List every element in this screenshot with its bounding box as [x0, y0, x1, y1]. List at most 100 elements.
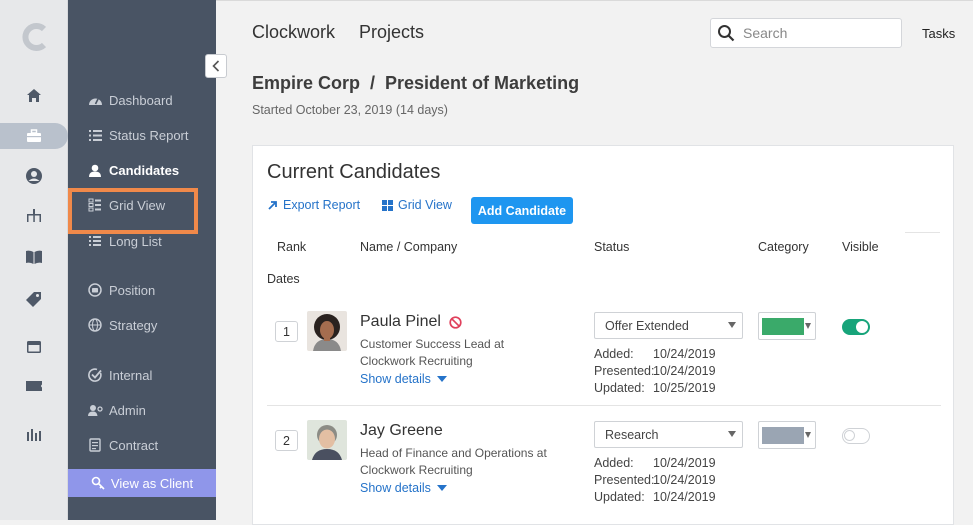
view-as-client-label: View as Client	[110, 475, 194, 491]
sidebar-item-admin[interactable]: Admin	[68, 398, 216, 422]
row-divider	[267, 405, 941, 406]
sidebar-item-label: Internal	[109, 367, 153, 383]
caret-down-icon	[436, 485, 447, 491]
do-not-contact-icon	[449, 315, 462, 329]
add-candidate-button[interactable]: Add Candidate	[471, 197, 573, 224]
tag-icon[interactable]	[22, 290, 46, 310]
sidebar-item-dashboard[interactable]: Dashboard	[68, 88, 216, 112]
collapse-sidebar-button[interactable]	[205, 54, 227, 78]
search-input[interactable]	[743, 25, 893, 41]
calendar-icon[interactable]	[22, 336, 46, 356]
candidate-dates: Added: 10/24/2019 Presented:10/24/2019 Up…	[594, 346, 716, 397]
user-icon	[87, 162, 103, 178]
show-details-label: Show details	[360, 372, 431, 386]
sidebar-item-position[interactable]: Position	[68, 278, 216, 302]
column-header-rank[interactable]: Rank	[277, 240, 306, 254]
sidebar-item-label: Admin	[109, 402, 146, 418]
category-select[interactable]	[758, 312, 816, 340]
search-box[interactable]	[710, 18, 902, 48]
export-report-label: Export Report	[283, 198, 361, 212]
person-circle-icon[interactable]	[22, 166, 46, 186]
bar-chart-icon[interactable]	[22, 425, 46, 445]
dropdown-arrow-icon	[805, 432, 811, 438]
icon-rail	[0, 0, 68, 520]
sidebar-item-label: Contract	[109, 437, 159, 453]
list-icon	[87, 233, 103, 249]
top-divider	[216, 0, 973, 1]
presented-date: 10/24/2019	[653, 473, 716, 487]
candidate-description: Customer Success Lead at Clockwork Recru…	[360, 337, 505, 368]
sidebar-item-internal[interactable]: Internal	[68, 363, 216, 387]
show-details-link[interactable]: Show details	[360, 372, 447, 386]
sidebar-item-candidates[interactable]: Candidates	[68, 158, 216, 182]
show-details-label: Show details	[360, 481, 431, 495]
position-icon	[87, 282, 103, 298]
status-report-icon	[87, 127, 103, 143]
column-header-dates[interactable]: Dates	[267, 272, 300, 286]
candidate-dates: Added: 10/24/2019 Presented:10/24/2019 Up…	[594, 455, 716, 506]
column-header-category[interactable]: Category	[758, 240, 809, 254]
column-header-status[interactable]: Status	[594, 240, 629, 254]
sidebar-item-label: Long List	[109, 233, 162, 249]
start-date-text: Started October 23, 2019 (14 days)	[252, 103, 448, 117]
org-chart-icon[interactable]	[22, 206, 46, 226]
tasks-link[interactable]: Tasks	[922, 26, 955, 41]
candidate-name-text: Jay Greene	[360, 422, 443, 439]
category-swatch	[762, 318, 804, 335]
updated-date: 10/24/2019	[653, 490, 716, 504]
rank-badge[interactable]: 2	[275, 430, 298, 451]
updated-label: Updated:	[594, 381, 645, 395]
chevron-left-icon	[212, 60, 220, 72]
dashboard-icon	[87, 92, 103, 108]
globe-icon	[87, 317, 103, 333]
grid-view-link[interactable]: Grid View	[382, 198, 452, 212]
sidebar-item-label: Grid View	[109, 197, 166, 213]
briefcase-icon[interactable]	[0, 123, 68, 149]
toggle-knob	[844, 430, 855, 441]
brand-link[interactable]: Clockwork	[252, 22, 335, 43]
status-select[interactable]: Offer Extended	[594, 312, 743, 339]
status-select[interactable]: Research	[594, 421, 743, 448]
status-value: Offer Extended	[605, 318, 689, 333]
clockwork-logo-icon[interactable]	[20, 22, 50, 52]
candidate-name[interactable]: Jay Greene	[360, 422, 443, 440]
sidebar-item-long-list[interactable]: Long List	[68, 229, 216, 253]
header-rule	[905, 232, 940, 233]
home-icon[interactable]	[22, 85, 46, 105]
view-as-client-button[interactable]: View as Client	[68, 469, 216, 497]
updated-label: Updated:	[594, 490, 645, 504]
card-title: Current Candidates	[267, 161, 441, 183]
admin-icon	[87, 402, 103, 418]
ticket-icon[interactable]	[22, 376, 46, 396]
sidebar-item-label: Candidates	[109, 162, 180, 178]
added-label: Added:	[594, 456, 634, 470]
category-select[interactable]	[758, 421, 816, 449]
dropdown-arrow-icon	[728, 322, 736, 328]
updated-date: 10/25/2019	[653, 381, 716, 395]
export-report-link[interactable]: Export Report	[267, 198, 360, 212]
avatar	[307, 311, 347, 351]
sidebar-item-grid-view[interactable]: Grid View	[68, 188, 216, 234]
added-date: 10/24/2019	[653, 456, 716, 470]
sidebar-item-label: Strategy	[109, 317, 158, 333]
book-icon[interactable]	[22, 247, 46, 267]
projects-link[interactable]: Projects	[359, 22, 424, 43]
sidebar-item-label: Dashboard	[109, 92, 173, 108]
show-details-link[interactable]: Show details	[360, 481, 447, 495]
dropdown-arrow-icon	[728, 431, 736, 437]
visible-toggle[interactable]	[842, 319, 870, 335]
column-header-name[interactable]: Name / Company	[360, 240, 457, 254]
sidebar-item-strategy[interactable]: Strategy	[68, 313, 216, 337]
sidebar-item-label: Status Report	[109, 127, 189, 143]
arrow-up-right-icon	[267, 200, 278, 211]
rank-badge[interactable]: 1	[275, 321, 298, 342]
check-circle-icon	[87, 367, 103, 383]
avatar	[307, 420, 347, 460]
sidebar-item-status-report[interactable]: Status Report	[68, 123, 216, 147]
presented-label: Presented:	[594, 473, 655, 487]
sidebar-item-contract[interactable]: Contract	[68, 433, 216, 457]
sidebar-item-label: Position	[109, 282, 156, 298]
candidate-name[interactable]: Paula Pinel	[360, 313, 462, 331]
visible-toggle[interactable]	[842, 428, 870, 444]
column-header-visible[interactable]: Visible	[842, 240, 879, 254]
